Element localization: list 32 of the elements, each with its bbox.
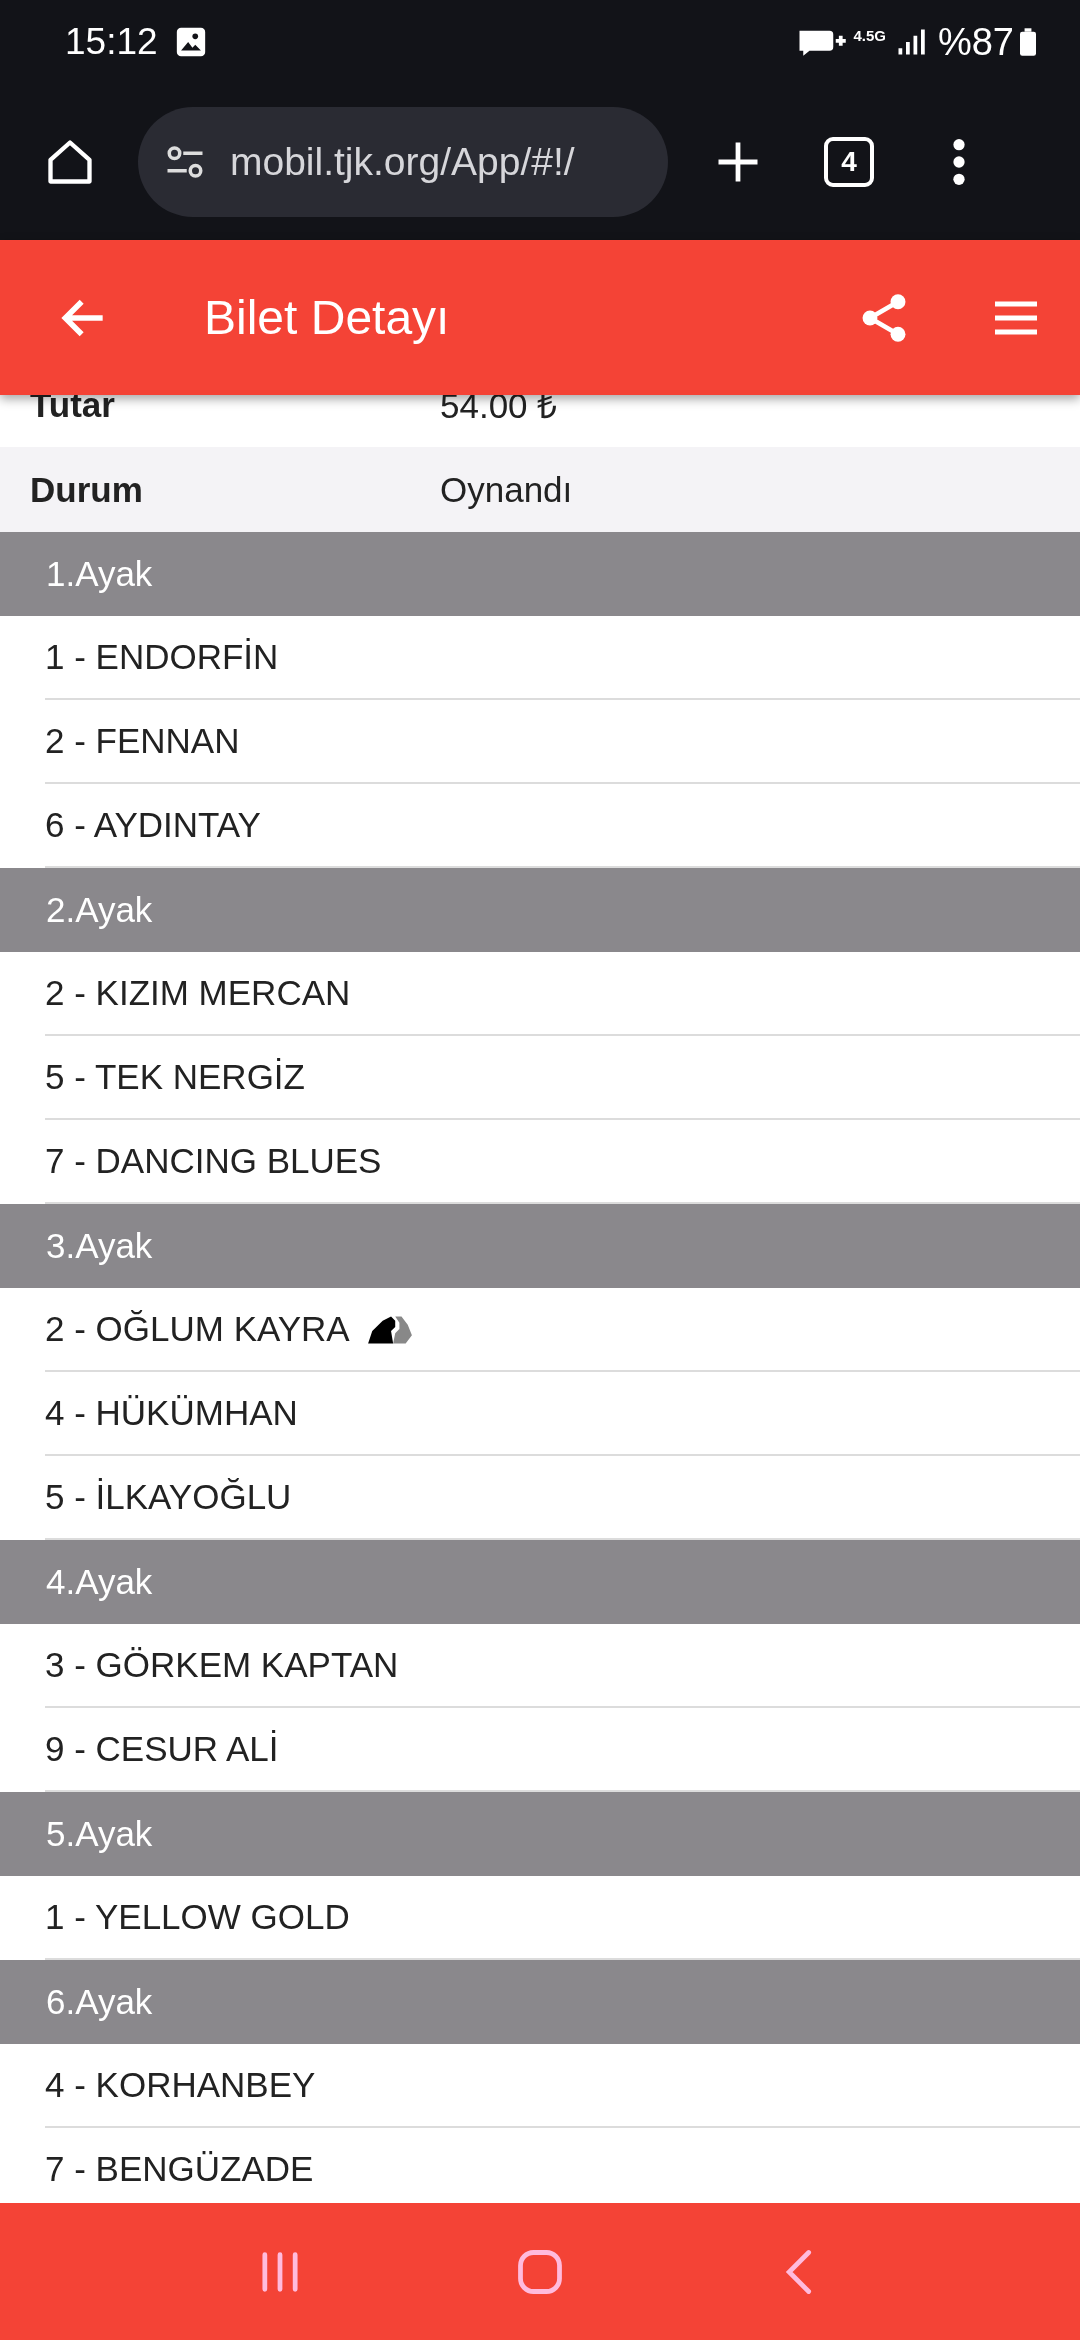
horse-name: 5 - İLKAYOĞLU <box>45 1477 292 1517</box>
horse-name: 5 - TEK NERGİZ <box>45 1057 305 1097</box>
leg-header: 4.Ayak <box>0 1540 1080 1624</box>
horse-name: 9 - CESUR ALİ <box>45 1729 279 1769</box>
page-title: Bilet Detayı <box>204 290 451 345</box>
horse-name: 3 - GÖRKEM KAPTAN <box>45 1645 399 1685</box>
battery-icon <box>1020 28 1036 56</box>
leg-header: 3.Ayak <box>0 1204 1080 1288</box>
horse-name: 2 - OĞLUM KAYRA <box>45 1309 350 1349</box>
horse-name: 1 - ENDORFİN <box>45 637 279 677</box>
leg-header: 5.Ayak <box>0 1792 1080 1876</box>
battery-level: %87 <box>937 20 1014 64</box>
horse-name: 2 - FENNAN <box>45 721 240 761</box>
leg-header: 2.Ayak <box>0 868 1080 952</box>
horse-name: 4 - KORHANBEY <box>45 2065 316 2105</box>
network-type: 4.5G <box>853 26 886 44</box>
status-time: 15:12 <box>65 21 158 63</box>
horse-name: 7 - DANCING BLUES <box>45 1141 382 1181</box>
info-label: Durum <box>30 469 144 510</box>
address-bar[interactable]: mobil.tjk.org/App/#!/ <box>138 107 668 217</box>
horse-name: 4 - HÜKÜMHAN <box>45 1393 298 1433</box>
leg-header: 6.Ayak <box>0 1960 1080 2044</box>
horse-name: 1 - YELLOW GOLD <box>45 1897 350 1937</box>
more-options-icon[interactable] <box>950 136 968 188</box>
tab-count-button[interactable]: 4 <box>824 137 874 187</box>
info-value: Oynandı <box>440 469 573 510</box>
info-value: 54.00 ₺ <box>440 385 558 427</box>
url-text: mobil.tjk.org/App/#!/ <box>230 140 575 184</box>
horse-name: 7 - BENGÜZADE <box>45 2149 314 2189</box>
horse-name: 2 - KIZIM MERCAN <box>45 973 351 1013</box>
leg-header: 1.Ayak <box>0 532 1080 616</box>
horse-name: 6 - AYDINTAY <box>45 805 261 845</box>
